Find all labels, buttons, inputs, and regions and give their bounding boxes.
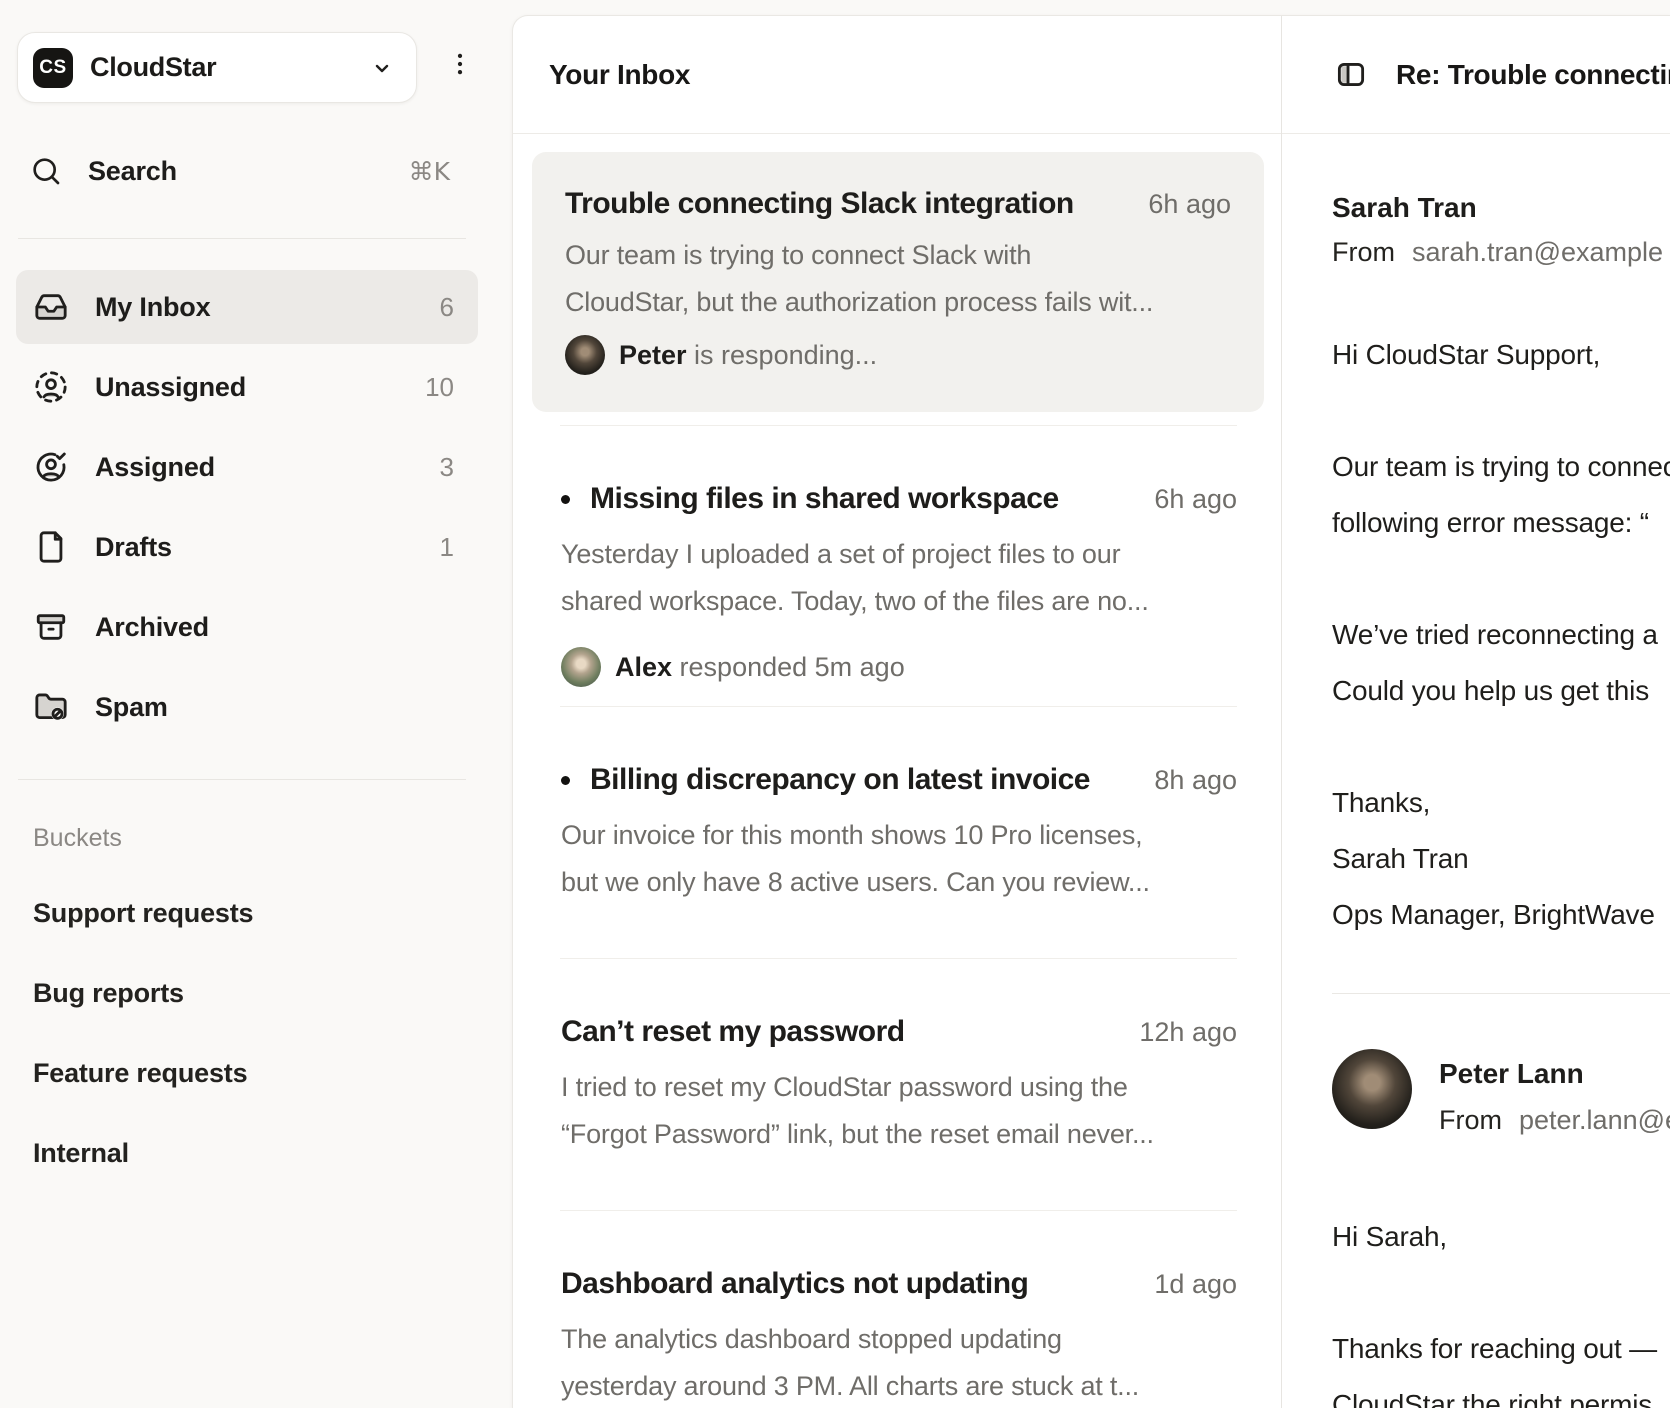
draft-file-icon xyxy=(34,530,68,564)
sidebar-item-label: Assigned xyxy=(95,452,215,483)
sidebar-item-label: Archived xyxy=(95,612,209,643)
conversation-list: Your Inbox Trouble connecting Slack inte… xyxy=(513,16,1281,1408)
list-item[interactable]: Can’t reset my password 12h ago I tried … xyxy=(513,1012,1281,1158)
sidebar: CS CloudStar Search ⌘K xyxy=(0,0,512,1408)
detail-title: Re: Trouble connecting Slack integration xyxy=(1396,59,1670,91)
list-divider xyxy=(560,425,1237,426)
message-header: Peter Lann From peter.lann@ex xyxy=(1332,1049,1670,1143)
buckets-section-label: Buckets xyxy=(33,824,122,853)
conversation-time: 6h ago xyxy=(1128,189,1231,220)
conversation-preview: I tried to reset my CloudStar password u… xyxy=(561,1064,1237,1111)
sidebar-item-count: 6 xyxy=(440,292,454,323)
unassigned-user-icon xyxy=(34,370,68,404)
spam-folder-icon xyxy=(34,690,68,724)
sidebar-item-label: Spam xyxy=(95,692,168,723)
sidebar-divider xyxy=(18,779,466,780)
responder-status: Peter is responding... xyxy=(619,340,877,371)
bucket-item-bug-reports[interactable]: Bug reports xyxy=(33,965,453,1021)
sidebar-item-drafts[interactable]: Drafts 1 xyxy=(16,510,478,584)
conversation-preview: yesterday around 3 PM. All charts are st… xyxy=(561,1363,1237,1408)
conversation-detail: Re: Trouble connecting Slack integration… xyxy=(1281,16,1670,1408)
message-divider xyxy=(1332,993,1670,994)
list-item[interactable]: Missing files in shared workspace 6h ago… xyxy=(513,479,1281,687)
search-icon xyxy=(30,155,62,187)
inbox-icon xyxy=(34,290,68,324)
sidebar-item-count: 10 xyxy=(425,372,454,403)
bucket-item-support-requests[interactable]: Support requests xyxy=(33,885,453,941)
conversation-preview: Our team is trying to connect Slack with xyxy=(565,232,1231,279)
list-divider xyxy=(560,1210,1237,1211)
kebab-icon xyxy=(445,47,475,86)
unread-dot xyxy=(561,495,570,504)
search-input[interactable]: Search ⌘K xyxy=(18,143,454,199)
conversation-preview: Yesterday I uploaded a set of project fi… xyxy=(561,531,1237,578)
sender-name: Sarah Tran xyxy=(1332,186,1670,230)
app-window: CS CloudStar Search ⌘K xyxy=(0,0,1670,1408)
message-body: Hi Sarah, Thanks for reaching out — Clou… xyxy=(1332,1209,1670,1408)
list-item[interactable]: Dashboard analytics not updating 1d ago … xyxy=(513,1264,1281,1408)
responder-status: Alex responded 5m ago xyxy=(615,652,905,683)
list-divider xyxy=(560,958,1237,959)
sidebar-item-label: Unassigned xyxy=(95,372,246,403)
list-divider xyxy=(560,706,1237,707)
avatar xyxy=(565,335,605,375)
message-body: Hi CloudStar Support, Our team is trying… xyxy=(1332,327,1670,943)
page-title: Your Inbox xyxy=(549,59,690,91)
sidebar-item-count: 3 xyxy=(440,452,454,483)
avatar xyxy=(561,647,601,687)
conversation-preview: The analytics dashboard stopped updating xyxy=(561,1316,1237,1363)
sidebar-item-label: My Inbox xyxy=(95,292,210,323)
conversation-time: 6h ago xyxy=(1134,484,1237,515)
conversation-time: 1d ago xyxy=(1134,1269,1237,1300)
sidebar-item-archived[interactable]: Archived xyxy=(16,590,478,664)
search-shortcut: ⌘K xyxy=(409,157,450,186)
conversation-title: Dashboard analytics not updating xyxy=(561,1267,1028,1301)
archive-icon xyxy=(34,610,68,644)
avatar xyxy=(1332,1049,1412,1129)
sidebar-item-my-inbox[interactable]: My Inbox 6 xyxy=(16,270,478,344)
sidebar-nav: My Inbox 6 Unassigned 10 xyxy=(16,270,478,750)
sidebar-item-spam[interactable]: Spam xyxy=(16,670,478,744)
conversation-title: Can’t reset my password xyxy=(561,1015,905,1049)
sidebar-item-count: 1 xyxy=(440,532,454,563)
panel-left-icon[interactable] xyxy=(1335,59,1367,90)
sender-from-row: From peter.lann@ex xyxy=(1439,1097,1670,1143)
sender-email: peter.lann@ex xyxy=(1519,1097,1670,1143)
conversation-title: Billing discrepancy on latest invoice xyxy=(590,763,1090,797)
conversation-preview: but we only have 8 active users. Can you… xyxy=(561,859,1237,906)
sidebar-divider xyxy=(18,238,466,239)
sender-name: Peter Lann xyxy=(1439,1051,1670,1097)
workspace-switcher[interactable]: CS CloudStar xyxy=(17,32,417,103)
conversation-preview: CloudStar, but the authorization process… xyxy=(565,279,1231,326)
list-header: Your Inbox xyxy=(513,16,1281,134)
message-thread: Sarah Tran From sarah.tran@example Hi Cl… xyxy=(1282,186,1670,1408)
conversation-time: 8h ago xyxy=(1134,765,1237,796)
conversation-preview: shared workspace. Today, two of the file… xyxy=(561,578,1237,625)
sidebar-item-unassigned[interactable]: Unassigned 10 xyxy=(16,350,478,424)
list-item[interactable]: Billing discrepancy on latest invoice 8h… xyxy=(513,760,1281,906)
unread-dot xyxy=(561,776,570,785)
bucket-item-feature-requests[interactable]: Feature requests xyxy=(33,1045,453,1101)
sidebar-item-assigned[interactable]: Assigned 3 xyxy=(16,430,478,504)
chevron-down-icon xyxy=(370,56,394,80)
bucket-item-internal[interactable]: Internal xyxy=(33,1125,453,1181)
conversation-preview: “Forgot Password” link, but the reset em… xyxy=(561,1111,1237,1158)
sidebar-item-label: Drafts xyxy=(95,532,172,563)
conversation-title: Trouble connecting Slack integration xyxy=(565,187,1074,221)
sender-from-row: From sarah.tran@example xyxy=(1332,230,1670,274)
workspace-name: CloudStar xyxy=(90,52,216,83)
sidebar-menu-button[interactable] xyxy=(444,46,476,86)
conversation-card-selected[interactable]: Trouble connecting Slack integration 6h … xyxy=(532,152,1264,412)
sender-email: sarah.tran@example xyxy=(1412,230,1663,274)
assigned-user-check-icon xyxy=(34,450,68,484)
main-panel: Your Inbox Trouble connecting Slack inte… xyxy=(512,15,1670,1408)
conversation-time: 12h ago xyxy=(1119,1017,1237,1048)
conversation-title: Missing files in shared workspace xyxy=(590,482,1059,516)
buckets-list: Support requests Bug reports Feature req… xyxy=(33,885,453,1205)
detail-header: Re: Trouble connecting Slack integration xyxy=(1282,16,1670,134)
workspace-logo: CS xyxy=(33,48,73,88)
conversation-preview: Our invoice for this month shows 10 Pro … xyxy=(561,812,1237,859)
search-label: Search xyxy=(88,156,177,187)
